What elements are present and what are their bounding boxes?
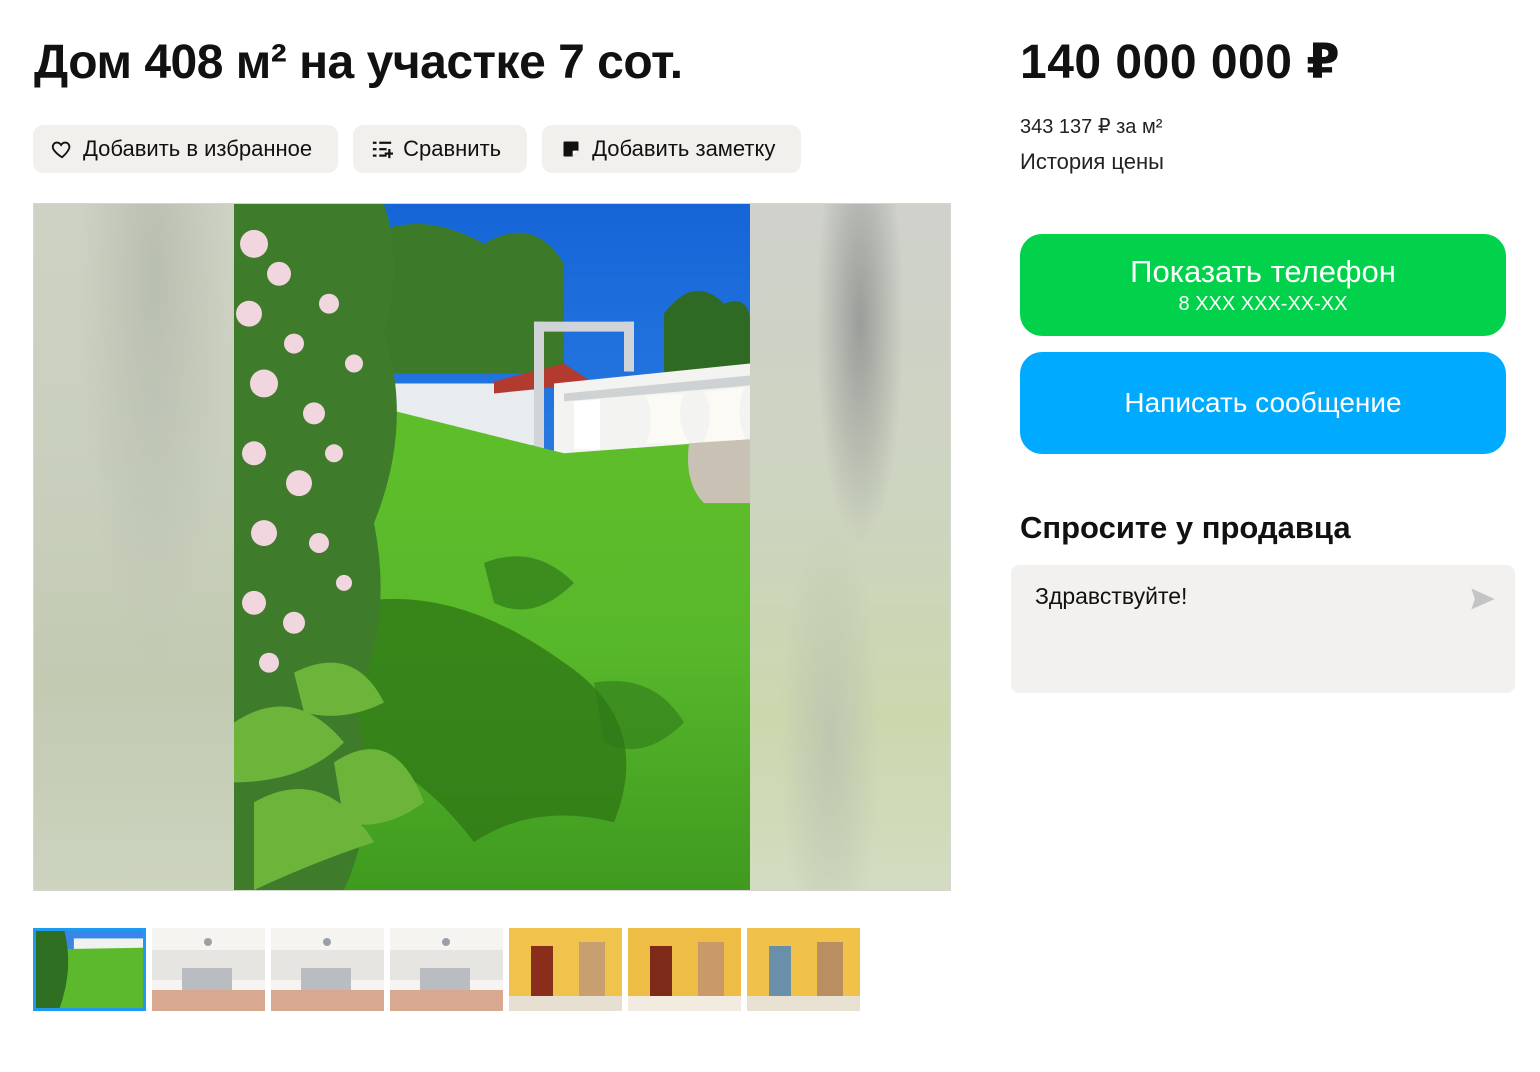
main-photo[interactable]	[234, 204, 750, 890]
photo-thumbnail[interactable]	[390, 928, 503, 1011]
masked-phone-number: 8 XXX XXX-XX-XX	[1178, 293, 1348, 315]
seller-message-text: Здравствуйте!	[1035, 583, 1188, 609]
photo-blur-left	[34, 204, 234, 890]
photo-blur-right	[750, 204, 950, 890]
seller-message-input[interactable]: Здравствуйте!	[1011, 565, 1515, 693]
show-phone-label: Показать телефон	[1130, 254, 1396, 289]
compare-button[interactable]: Сравнить	[353, 125, 528, 173]
price: 140 000 000 ₽	[1020, 36, 1341, 89]
listing-title: Дом 408 м² на участке 7 сот.	[34, 36, 683, 89]
price-per-m2: 343 137 ₽ за м²	[1020, 116, 1163, 138]
photo-thumbnail[interactable]	[509, 928, 622, 1011]
add-note-label: Добавить заметку	[592, 136, 776, 161]
photo-thumbnail[interactable]	[271, 928, 384, 1011]
add-to-favorites-button[interactable]: Добавить в избранное	[33, 125, 339, 173]
ask-seller-title: Спросите у продавца	[1020, 510, 1351, 545]
show-phone-button[interactable]: Показать телефон 8 XXX XXX-XX-XX	[1020, 234, 1506, 336]
add-note-button[interactable]: Добавить заметку	[542, 125, 802, 173]
photo-thumbnail[interactable]	[628, 928, 741, 1011]
price-history-link[interactable]: История цены	[1020, 149, 1164, 175]
photo-thumbnail[interactable]	[33, 928, 146, 1011]
write-message-button[interactable]: Написать сообщение	[1020, 352, 1506, 454]
heart-icon	[51, 138, 73, 160]
listing-actions: Добавить в избранное Сравнить Добавить з…	[33, 125, 802, 173]
photo-thumbnail[interactable]	[152, 928, 265, 1011]
thumbnail-strip	[33, 928, 860, 1011]
add-to-favorites-label: Добавить в избранное	[83, 136, 313, 161]
note-icon	[560, 138, 582, 160]
compare-icon	[371, 138, 394, 160]
send-icon[interactable]	[1469, 585, 1497, 613]
compare-label: Сравнить	[403, 136, 502, 161]
photo-thumbnail[interactable]	[747, 928, 860, 1011]
main-photo-gallery[interactable]	[33, 203, 951, 891]
